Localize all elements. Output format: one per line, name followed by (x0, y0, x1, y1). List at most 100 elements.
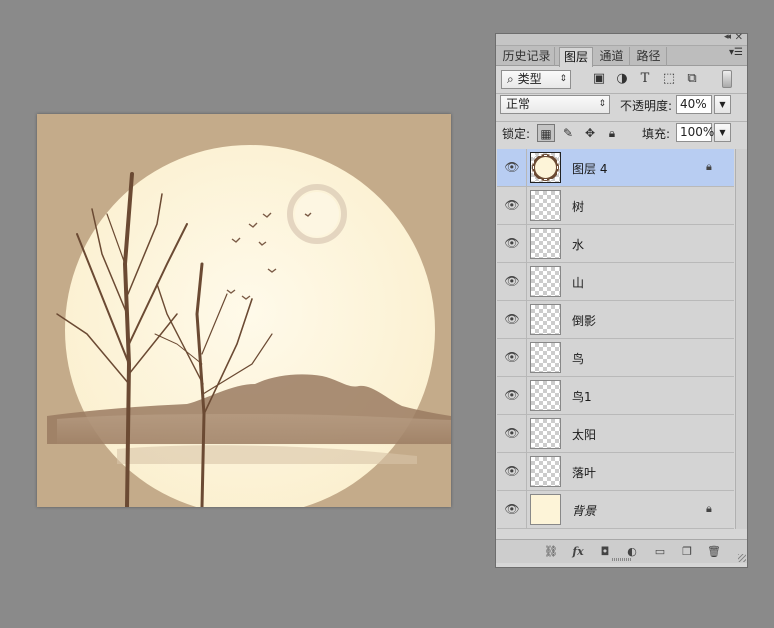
layer-thumbnail[interactable] (530, 494, 561, 525)
layer-row[interactable]: 👁︎ 太阳 (497, 415, 734, 453)
eye-visibility-icon[interactable]: 👁︎ (504, 236, 520, 250)
panel-tabs: 历史记录 图层 通道 路径 ▾☰ (496, 46, 747, 67)
tab-channels[interactable]: 通道 (594, 47, 630, 66)
layers-scrollbar[interactable] (735, 149, 747, 529)
layer-thumbnail[interactable] (530, 342, 561, 373)
layer-row[interactable]: 👁︎ 落叶 (497, 453, 734, 491)
layer-row[interactable]: 👁︎ 山 (497, 263, 734, 301)
layer-name[interactable]: 太阳 (572, 426, 596, 443)
filter-toggle[interactable] (722, 70, 732, 88)
panel-footer: ⛓ fx ◘ ◐ ▭ ❐ 🗑︎ (496, 539, 747, 563)
shape-filter-icon[interactable]: ⬚ (661, 71, 677, 87)
column-divider (526, 491, 527, 529)
layer-thumbnail[interactable] (530, 228, 561, 259)
blend-mode-select[interactable]: 正常 ⇕ (500, 95, 610, 114)
tab-history[interactable]: 历史记录 (499, 47, 555, 66)
eye-visibility-icon[interactable]: 👁︎ (504, 426, 520, 440)
eye-visibility-icon[interactable]: 👁︎ (504, 502, 520, 516)
eye-visibility-icon[interactable]: 👁︎ (504, 160, 520, 174)
layer-row[interactable]: 👁︎ 图层 4 🔒︎ (497, 149, 734, 187)
layer-thumbnail[interactable] (530, 380, 561, 411)
layer-row[interactable]: 👁︎ 倒影 (497, 301, 734, 339)
layer-name[interactable]: 树 (572, 198, 584, 215)
eye-visibility-icon[interactable]: 👁︎ (504, 274, 520, 288)
search-icon: ⌕ (507, 72, 514, 86)
type-filter-icon[interactable]: T (637, 71, 653, 87)
layers-panel: ◂◂ ✕ 历史记录 图层 通道 路径 ▾☰ ⌕ 类型 ⇕ ▣ ◑ T ⬚ ⧉ 正… (495, 32, 748, 568)
lock-position-icon[interactable]: ✥ (581, 124, 599, 142)
column-divider (526, 377, 527, 415)
lock-all-icon[interactable]: 🔒︎ (603, 124, 621, 142)
image-filter-icon[interactable]: ▣ (591, 71, 607, 87)
layer-thumbnail[interactable] (530, 152, 561, 183)
column-divider (526, 187, 527, 225)
lock-icon: 🔒︎ (706, 160, 712, 173)
fx-icon[interactable]: fx (570, 544, 586, 560)
link-layers-icon[interactable]: ⛓ (543, 544, 559, 560)
layer-name[interactable]: 图层 4 (572, 160, 607, 177)
collapse-icon[interactable]: ◂◂ (724, 32, 731, 42)
fill-input[interactable]: 100% (676, 123, 714, 142)
opacity-input[interactable]: 40% (676, 95, 712, 114)
tab-layers[interactable]: 图层 (559, 47, 593, 67)
close-icon[interactable]: ✕ (735, 32, 743, 43)
layer-thumbnail[interactable] (530, 456, 561, 487)
tab-paths[interactable]: 路径 (631, 47, 667, 66)
layer-name[interactable]: 鸟 (572, 350, 584, 367)
adjustment-filter-icon[interactable]: ◑ (614, 71, 630, 87)
lock-icon: 🔒︎ (706, 502, 712, 515)
lock-transparent-icon[interactable]: ▦ (537, 124, 555, 142)
panel-header-bar[interactable]: ◂◂ ✕ (496, 32, 747, 46)
column-divider (526, 301, 527, 339)
updown-arrows-icon: ⇕ (598, 99, 606, 109)
blend-mode-label: 正常 (506, 97, 531, 111)
layer-mask-icon[interactable]: ◘ (597, 544, 613, 560)
layer-row[interactable]: 👁︎ 鸟 (497, 339, 734, 377)
column-divider (526, 263, 527, 301)
column-divider (526, 149, 527, 187)
column-divider (526, 339, 527, 377)
new-layer-icon[interactable]: ❐ (679, 544, 695, 560)
layer-name[interactable]: 水 (572, 236, 584, 253)
eye-visibility-icon[interactable]: 👁︎ (504, 198, 520, 212)
document-canvas[interactable] (37, 114, 451, 507)
layer-thumbnail[interactable] (530, 266, 561, 297)
resize-grip[interactable] (612, 558, 632, 561)
divider (496, 93, 747, 94)
updown-arrows-icon: ⇕ (559, 74, 567, 84)
opacity-dropdown[interactable]: ▼ (714, 95, 731, 114)
resize-corner-icon[interactable] (738, 554, 746, 562)
panel-menu-icon[interactable]: ▾☰ (729, 47, 743, 58)
layer-name[interactable]: 山 (572, 274, 584, 291)
artwork-image (37, 114, 451, 507)
filter-type-select[interactable]: ⌕ 类型 ⇕ (501, 70, 571, 89)
eye-visibility-icon[interactable]: 👁︎ (504, 388, 520, 402)
layer-row[interactable]: 👁︎ 树 (497, 187, 734, 225)
fill-dropdown[interactable]: ▼ (714, 123, 731, 142)
layer-row[interactable]: 👁︎ 背景 🔒︎ (497, 491, 734, 529)
trash-icon[interactable]: 🗑︎ (706, 544, 722, 560)
layer-row[interactable]: 👁︎ 水 (497, 225, 734, 263)
column-divider (526, 453, 527, 491)
layer-name[interactable]: 落叶 (572, 464, 596, 481)
filter-row: ⌕ 类型 ⇕ ▣ ◑ T ⬚ ⧉ (496, 66, 747, 93)
dropdown-arrow-icon: ▼ (719, 100, 726, 109)
layer-thumbnail[interactable] (530, 190, 561, 221)
eye-visibility-icon[interactable]: 👁︎ (504, 350, 520, 364)
group-folder-icon[interactable]: ▭ (652, 544, 668, 560)
layer-thumbnail[interactable] (530, 418, 561, 449)
layer-thumbnail[interactable] (530, 304, 561, 335)
column-divider (526, 415, 527, 453)
opacity-label: 不透明度: (620, 99, 673, 113)
lock-label: 锁定: (502, 127, 531, 141)
smart-object-filter-icon[interactable]: ⧉ (684, 71, 700, 87)
layer-row[interactable]: 👁︎ 鸟1 (497, 377, 734, 415)
layer-name[interactable]: 背景 (572, 502, 596, 519)
layer-name[interactable]: 鸟1 (572, 388, 592, 405)
fill-label: 填充: (642, 127, 671, 141)
eye-visibility-icon[interactable]: 👁︎ (504, 312, 520, 326)
lock-image-icon[interactable]: ✎ (559, 124, 577, 142)
eye-visibility-icon[interactable]: 👁︎ (504, 464, 520, 478)
layer-name[interactable]: 倒影 (572, 312, 596, 329)
layers-list: 👁︎ 图层 4 🔒︎ 👁︎ 树 👁︎ 水 👁︎ 山 👁︎ 倒影 👁︎ 鸟 👁︎ 鸟1 👁︎ 太阳 👁︎ 落叶 👁︎ 背景… (497, 149, 734, 529)
